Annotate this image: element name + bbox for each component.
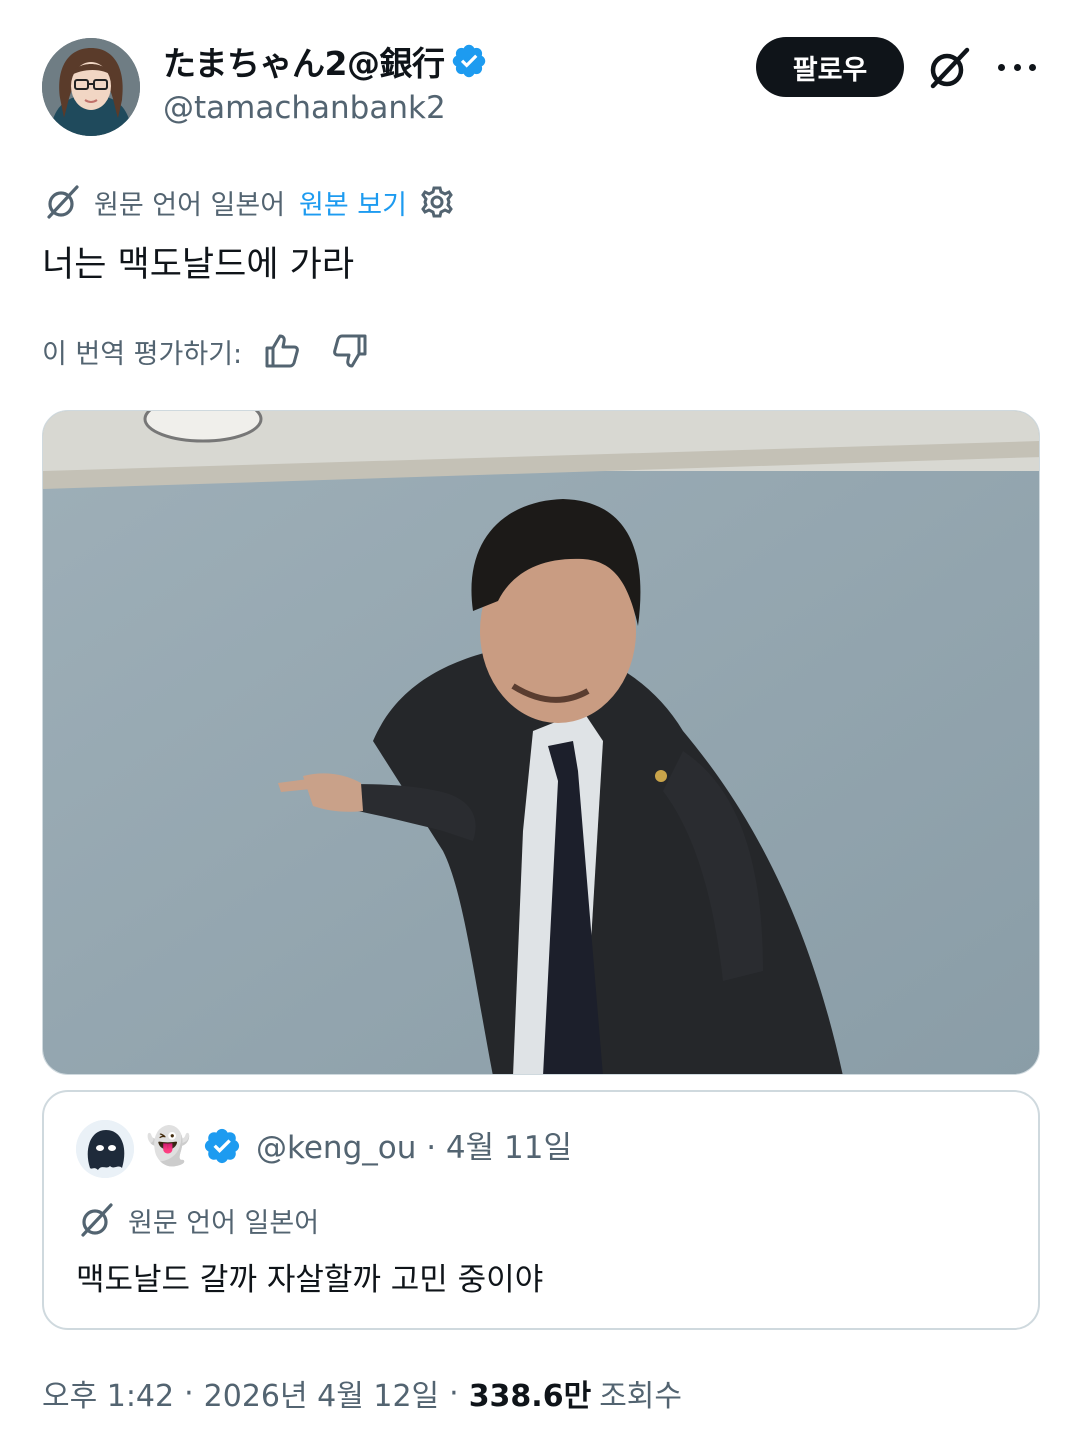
translation-info-row: 원문 언어 일본어 원본 보기 bbox=[42, 180, 455, 224]
author-name-row[interactable]: たまちゃん2@銀行 bbox=[163, 38, 488, 84]
quoted-source-language-label: 원문 언어 일본어 bbox=[128, 1207, 320, 1239]
author-avatar[interactable] bbox=[42, 38, 140, 136]
grok-icon[interactable] bbox=[925, 44, 973, 92]
rate-translation-row: 이 번역 평가하기: bbox=[42, 328, 370, 374]
more-options-icon[interactable] bbox=[996, 50, 1038, 84]
tweet-footer-meta: 오후 1:42 · 2026년 4월 12일 · 338.6만 조회수 bbox=[42, 1370, 682, 1416]
views-label: 조회수 bbox=[599, 1379, 682, 1414]
follow-button[interactable]: 팔로우 bbox=[756, 37, 904, 97]
source-language-label: 원문 언어 일본어 bbox=[94, 189, 286, 221]
thumbs-down-icon[interactable] bbox=[330, 331, 370, 371]
show-original-link[interactable]: 원본 보기 bbox=[299, 183, 407, 222]
gear-icon[interactable] bbox=[419, 184, 455, 220]
separator: · bbox=[184, 1375, 194, 1411]
author-display-name[interactable]: たまちゃん2@銀行 bbox=[163, 37, 445, 85]
ghost-emoji: 👻 bbox=[146, 1126, 191, 1167]
quoted-author-avatar[interactable] bbox=[76, 1120, 134, 1178]
quoted-tweet-meta[interactable]: @keng_ou · 4월 11일 bbox=[256, 1124, 572, 1172]
verified-badge-icon bbox=[453, 44, 486, 78]
tweet-media-image[interactable] bbox=[42, 410, 1040, 1075]
post-date[interactable]: 2026년 4월 12일 bbox=[204, 1371, 439, 1415]
more-dot bbox=[998, 63, 1005, 71]
verified-badge-icon bbox=[204, 1128, 240, 1164]
post-time[interactable]: 오후 1:42 bbox=[42, 1371, 174, 1415]
author-handle[interactable]: @tamachanbank2 bbox=[163, 90, 446, 126]
more-dot bbox=[1029, 63, 1036, 71]
more-dot bbox=[1013, 63, 1021, 71]
separator: · bbox=[449, 1375, 459, 1411]
quoted-tweet-card[interactable]: 👻 @keng_ou · 4월 11일 원문 언어 일본어 맥도날드 갈까 자살… bbox=[42, 1090, 1040, 1330]
rate-translation-prompt: 이 번역 평가하기: bbox=[42, 338, 243, 370]
quoted-translation-row: 원문 언어 일본어 bbox=[76, 1198, 319, 1242]
quoted-tweet-text: 맥도날드 갈까 자살할까 고민 중이야 bbox=[76, 1262, 544, 1298]
thumbs-up-icon[interactable] bbox=[262, 331, 302, 371]
grok-translate-icon bbox=[81, 1203, 113, 1237]
grok-translate-icon bbox=[47, 185, 79, 219]
views-count: 338.6만 bbox=[468, 1379, 592, 1414]
tweet-text: 너는 맥도날드에 가라 bbox=[42, 245, 355, 285]
